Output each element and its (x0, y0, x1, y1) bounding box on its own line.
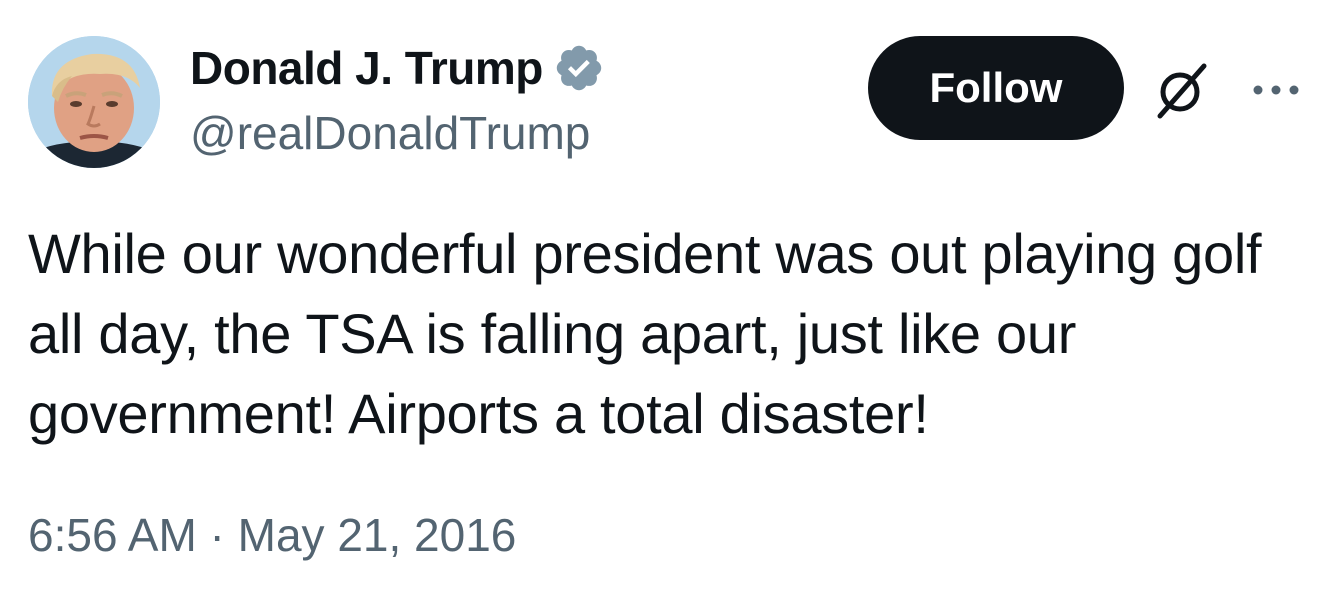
verified-badge-icon[interactable] (553, 42, 605, 94)
tweet-card: Donald J. Trump @realDonaldTrump Follow … (0, 0, 1332, 614)
avatar[interactable] (28, 36, 160, 168)
more-options-icon[interactable] (1248, 62, 1304, 118)
tweet-text: While our wonderful president was out pl… (28, 222, 1262, 445)
author-handle[interactable]: @realDonaldTrump (190, 106, 590, 160)
author-display-name[interactable]: Donald J. Trump (190, 41, 543, 95)
author-name-row: Donald J. Trump (190, 40, 605, 96)
avatar-image (28, 36, 160, 168)
follow-button[interactable]: Follow (868, 36, 1124, 140)
tweet-timestamp[interactable]: 6:56 AM · May 21, 2016 (28, 508, 516, 562)
grok-icon[interactable] (1150, 58, 1214, 122)
